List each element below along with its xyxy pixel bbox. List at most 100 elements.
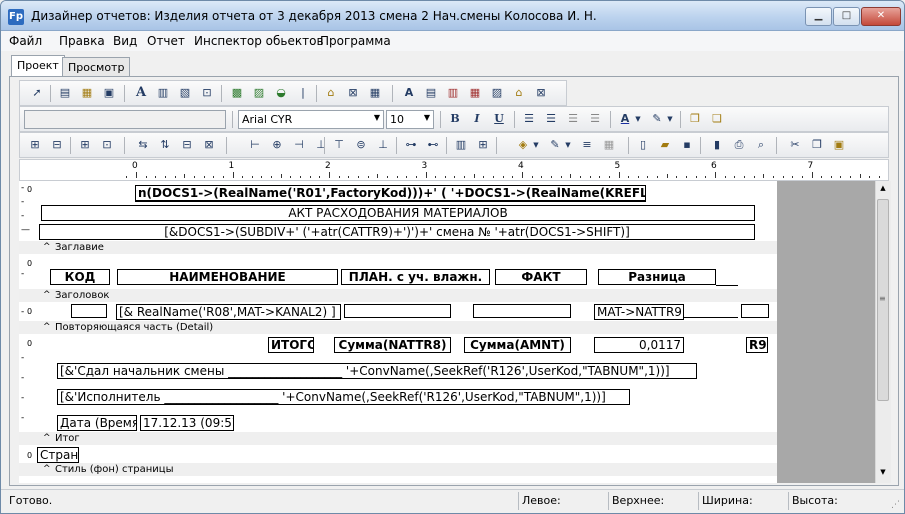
book-icon[interactable]: ▮ xyxy=(708,136,726,154)
align-right-edges-icon[interactable]: ⊣ xyxy=(290,136,308,154)
sum-amnt-field[interactable]: Сумма(AMNT) xyxy=(464,337,571,353)
date-value-field[interactable]: 17.12.13 (09:57) xyxy=(140,415,234,431)
subreport-icon[interactable]: ▦ xyxy=(78,84,96,102)
tab-project[interactable]: Проект xyxy=(11,55,65,77)
picture-icon[interactable]: ▨ xyxy=(250,84,268,102)
total-label[interactable]: ИТОГО xyxy=(268,337,314,353)
band-total[interactable]: ^ Итог xyxy=(19,432,777,445)
database-checkbox-icon[interactable]: ⊠ xyxy=(532,84,550,102)
database-picture-icon[interactable]: ▨ xyxy=(488,84,506,102)
band-header[interactable]: ^ Заголовок xyxy=(19,289,777,302)
align-tops-icon[interactable]: ⊤ xyxy=(330,136,348,154)
column-code-header[interactable]: КОД xyxy=(50,269,110,285)
page-number-field[interactable]: Страни xyxy=(37,447,79,463)
resize-grip-icon[interactable]: ⋰ xyxy=(891,500,900,510)
paste-icon[interactable]: ▣ xyxy=(830,136,848,154)
new-file-icon[interactable]: ▯ xyxy=(634,136,652,154)
align-center-icon[interactable]: ☰ xyxy=(542,110,560,128)
bold-button[interactable]: B xyxy=(446,110,464,128)
italic-button[interactable]: I xyxy=(468,110,486,128)
line-width-icon[interactable]: ≡ xyxy=(578,136,596,154)
database-calc-icon[interactable]: ▦ xyxy=(466,84,484,102)
sum-nattr8-field[interactable]: Сумма(NATTR8) xyxy=(334,337,451,353)
space-vertical-icon[interactable]: ⇅ xyxy=(156,136,174,154)
grid-align-icon[interactable]: ⊞ xyxy=(474,136,492,154)
column-plan-header[interactable]: ПЛАН. с уч. влажн. xyxy=(341,269,490,285)
close-button[interactable]: ✕ xyxy=(861,7,901,26)
save-icon[interactable]: ▪ xyxy=(678,136,696,154)
memo-frame-icon[interactable]: ▤ xyxy=(422,84,440,102)
align-centers-icon[interactable]: ⊕ xyxy=(268,136,286,154)
pointer-tool-icon[interactable]: ➚ xyxy=(28,84,46,102)
fit-height-icon[interactable]: ⊟ xyxy=(48,136,66,154)
menu-edit[interactable]: Правка xyxy=(59,34,105,48)
align-justify-icon[interactable]: ☰ xyxy=(586,110,604,128)
table-icon[interactable]: ▦ xyxy=(366,84,384,102)
align-left-edges-icon[interactable]: ⊢ xyxy=(246,136,264,154)
calculator-icon[interactable]: ▩ xyxy=(228,84,246,102)
frame-style-icon[interactable]: ▦ xyxy=(600,136,618,154)
open-folder-icon[interactable]: ▰ xyxy=(656,136,674,154)
bar-chart-icon[interactable]: ▥ xyxy=(452,136,470,154)
print-preview-icon[interactable]: ⌕ xyxy=(752,136,770,154)
align-bottoms-icon[interactable]: ⊥ xyxy=(374,136,392,154)
band-page-style[interactable]: ^ Стиль (фон) страницы xyxy=(19,463,777,476)
scroll-up-icon[interactable]: ▲ xyxy=(877,184,889,196)
database-image-icon[interactable]: ⊡ xyxy=(198,84,216,102)
font-name-select[interactable]: Arial CYR ▼ xyxy=(238,110,384,129)
detail-code-field[interactable] xyxy=(71,304,107,318)
detail-name-field[interactable]: [& RealName('R08',MAT->KANAL2) ] xyxy=(116,304,341,320)
r9-field[interactable]: R9) xyxy=(746,337,768,353)
column-diff-header[interactable]: Разница xyxy=(598,269,716,285)
handed-over-field[interactable]: [&'Сдал начальник смены ________________… xyxy=(57,363,697,379)
maximize-button[interactable]: □ xyxy=(833,7,860,26)
detail-plan-field[interactable] xyxy=(344,304,451,318)
fill-color-icon[interactable]: ◈ xyxy=(514,136,532,154)
total-value-field[interactable]: 0,0117 xyxy=(594,337,684,353)
subdiv-shift-field[interactable]: [&DOCS1->(SUBDIV+' ('+atr(CATTR9)+')')+'… xyxy=(39,224,755,240)
richtext-icon[interactable]: ▧ xyxy=(176,84,194,102)
object-name-field[interactable] xyxy=(24,110,226,129)
chevron-down-icon[interactable]: ▼ xyxy=(532,136,540,154)
menu-report[interactable]: Отчет xyxy=(147,34,185,48)
fit-width-icon[interactable]: ⊞ xyxy=(26,136,44,154)
font-color-icon[interactable]: A xyxy=(616,110,634,128)
executor-field[interactable]: [&'Исполнитель ___________________ '+Con… xyxy=(57,389,630,405)
distribute-vertical-icon[interactable]: ⊷ xyxy=(424,136,442,154)
align-bottom-icon[interactable]: ⊥ xyxy=(312,136,330,154)
text-frame-icon[interactable]: A xyxy=(400,84,418,102)
detail-fact-field[interactable] xyxy=(473,304,571,318)
line-icon[interactable]: | xyxy=(294,84,312,102)
send-to-back-icon[interactable]: ❏ xyxy=(708,110,726,128)
tab-preview[interactable]: Просмотр xyxy=(62,57,131,77)
scroll-down-icon[interactable]: ▼ xyxy=(877,468,889,480)
align-left-icon[interactable]: ☰ xyxy=(520,110,538,128)
print-icon[interactable]: ⎙ xyxy=(730,136,748,154)
shape-icon[interactable]: ◒ xyxy=(272,84,290,102)
menu-program[interactable]: Программа xyxy=(320,34,391,48)
insert-field-icon[interactable]: ▣ xyxy=(100,84,118,102)
align-right-icon[interactable]: ☰ xyxy=(564,110,582,128)
distribute-horizontal-icon[interactable]: ⊶ xyxy=(402,136,420,154)
menu-object-inspector[interactable]: Инспектор обьектов xyxy=(194,34,324,48)
font-size-select[interactable]: 10 ▼ xyxy=(386,110,434,129)
report-title-field[interactable]: АКТ РАСХОДОВАНИЯ МАТЕРИАЛОВ xyxy=(41,205,755,221)
header-expression-field[interactable]: n(DOCS1->(RealName('R01',FactoryKod)))+'… xyxy=(135,185,646,202)
home-icon[interactable]: ⌂ xyxy=(322,84,340,102)
bring-to-front-icon[interactable]: ❐ xyxy=(686,110,704,128)
underline-button[interactable]: U xyxy=(490,110,508,128)
same-size-icon[interactable]: ⊟ xyxy=(178,136,196,154)
database-text-icon[interactable]: ▥ xyxy=(444,84,462,102)
band-detail[interactable]: ^ Повторяющаяся часть (Detail) xyxy=(19,321,777,334)
memo-icon[interactable]: ▥ xyxy=(154,84,172,102)
space-horizontal-icon[interactable]: ⇆ xyxy=(134,136,152,154)
text-object-icon[interactable]: A xyxy=(132,84,150,102)
menu-file[interactable]: Файл xyxy=(9,34,42,48)
chevron-down-icon[interactable]: ▼ xyxy=(634,110,642,128)
copy-icon[interactable]: ❐ xyxy=(808,136,826,154)
highlight-color-icon[interactable]: ✎ xyxy=(648,110,666,128)
band-title[interactable]: ^ Заглавие xyxy=(19,241,777,254)
date-label-field[interactable]: Дата (Время) xyxy=(57,415,137,431)
minimize-button[interactable]: ▁ xyxy=(805,7,832,26)
column-name-header[interactable]: НАИМЕНОВАНИЕ xyxy=(117,269,338,285)
